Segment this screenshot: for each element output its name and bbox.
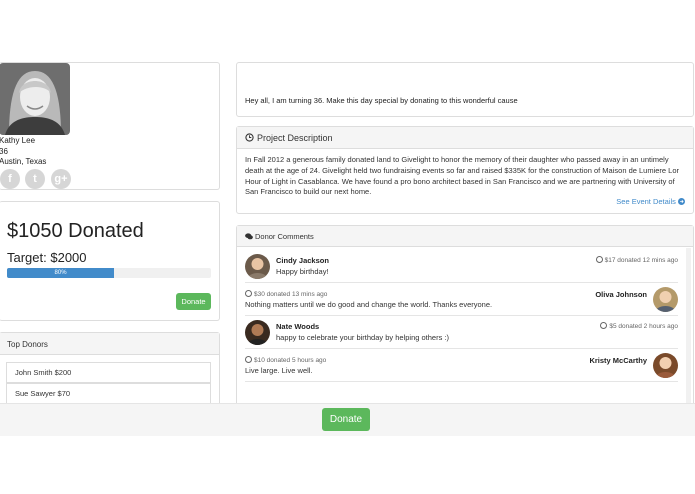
donor-avatar <box>245 320 270 345</box>
comments-icon <box>245 233 253 240</box>
donate-button[interactable]: Donate <box>176 293 211 310</box>
target-amount: Target: $2000 <box>7 250 87 265</box>
comment-text: Nothing matters until we do good and cha… <box>245 300 493 309</box>
event-link-label: See Event Details <box>616 197 676 206</box>
donated-amount: $1050 Donated <box>7 220 144 242</box>
progress-track: 80% <box>7 268 211 278</box>
comments-header: Donor Comments <box>237 226 693 247</box>
project-description-card: Project Description In Fall 2012 a gener… <box>236 126 694 214</box>
comment-item: $30 donated 13 mins ago Nothing matters … <box>245 283 678 316</box>
comment-text: Live large. Live well. <box>245 366 313 375</box>
donor-avatar <box>653 287 678 312</box>
top-donor-item: Sue Sawyer $70 <box>6 383 211 404</box>
profile-age: 36 <box>0 147 8 156</box>
donation-meta: $5 donated 2 hours ago <box>600 322 678 330</box>
donor-comments-card: Donor Comments Cindy Jackson Happy birth… <box>236 225 694 415</box>
comment-text: happy to celebrate your birthday by help… <box>276 333 450 342</box>
project-header: Project Description <box>237 127 693 149</box>
profile-avatar <box>0 63 70 135</box>
facebook-icon[interactable]: f <box>0 169 20 189</box>
profile-location: Austin, Texas <box>0 157 47 166</box>
clock-icon <box>245 356 252 363</box>
donor-name: Oliva Johnson <box>595 290 647 299</box>
donor-name: Kristy McCarthy <box>589 356 647 365</box>
clock-icon <box>600 322 608 329</box>
comment-text: Happy birthday! <box>276 267 329 276</box>
clock-icon <box>245 290 252 297</box>
donation-meta: $10 donated 5 hours ago <box>245 356 326 364</box>
see-event-details-link[interactable]: See Event Details <box>616 197 685 206</box>
profile-name: Kathy Lee <box>0 136 36 145</box>
comment-item: Nate Woods happy to celebrate your birth… <box>245 316 678 349</box>
top-donors-header: Top Donors <box>0 333 219 355</box>
donor-avatar <box>245 254 270 279</box>
comments-scrollbar[interactable] <box>686 248 691 408</box>
comment-item: Cindy Jackson Happy birthday! $17 donate… <box>245 250 678 283</box>
comment-item: $10 donated 5 hours ago Live large. Live… <box>245 349 678 382</box>
top-donor-item: John Smith $200 <box>6 362 211 383</box>
top-donors-title: Top Donors <box>7 340 48 349</box>
arrow-right-circle-icon <box>678 198 685 205</box>
donation-meta: $30 donated 13 mins ago <box>245 290 327 298</box>
clock-icon <box>245 133 254 142</box>
birthday-message-card: Hey all, I am turning 36. Make this day … <box>236 62 694 117</box>
project-title: Project Description <box>257 133 333 143</box>
comments-title: Donor Comments <box>255 232 314 241</box>
donor-avatar <box>653 353 678 378</box>
donor-name: Cindy Jackson <box>276 256 329 265</box>
progress-bar: 80% <box>7 268 115 278</box>
birthday-message: Hey all, I am turning 36. Make this day … <box>245 96 518 105</box>
donor-name: Nate Woods <box>276 322 320 331</box>
top-donors-card: Top Donors John Smith $200 Sue Sawyer $7… <box>0 332 220 412</box>
donation-meta: $17 donated 12 mins ago <box>595 256 678 264</box>
bottom-donate-button[interactable]: Donate <box>322 408 370 431</box>
google-plus-icon[interactable]: g+ <box>51 169 71 189</box>
bottom-action-bar: Donate <box>0 403 695 436</box>
clock-icon <box>595 256 603 263</box>
donation-card: $1050 Donated Target: $2000 80% Donate <box>0 201 220 321</box>
twitter-icon[interactable]: t <box>25 169 45 189</box>
project-text: In Fall 2012 a generous family donated l… <box>245 155 680 197</box>
